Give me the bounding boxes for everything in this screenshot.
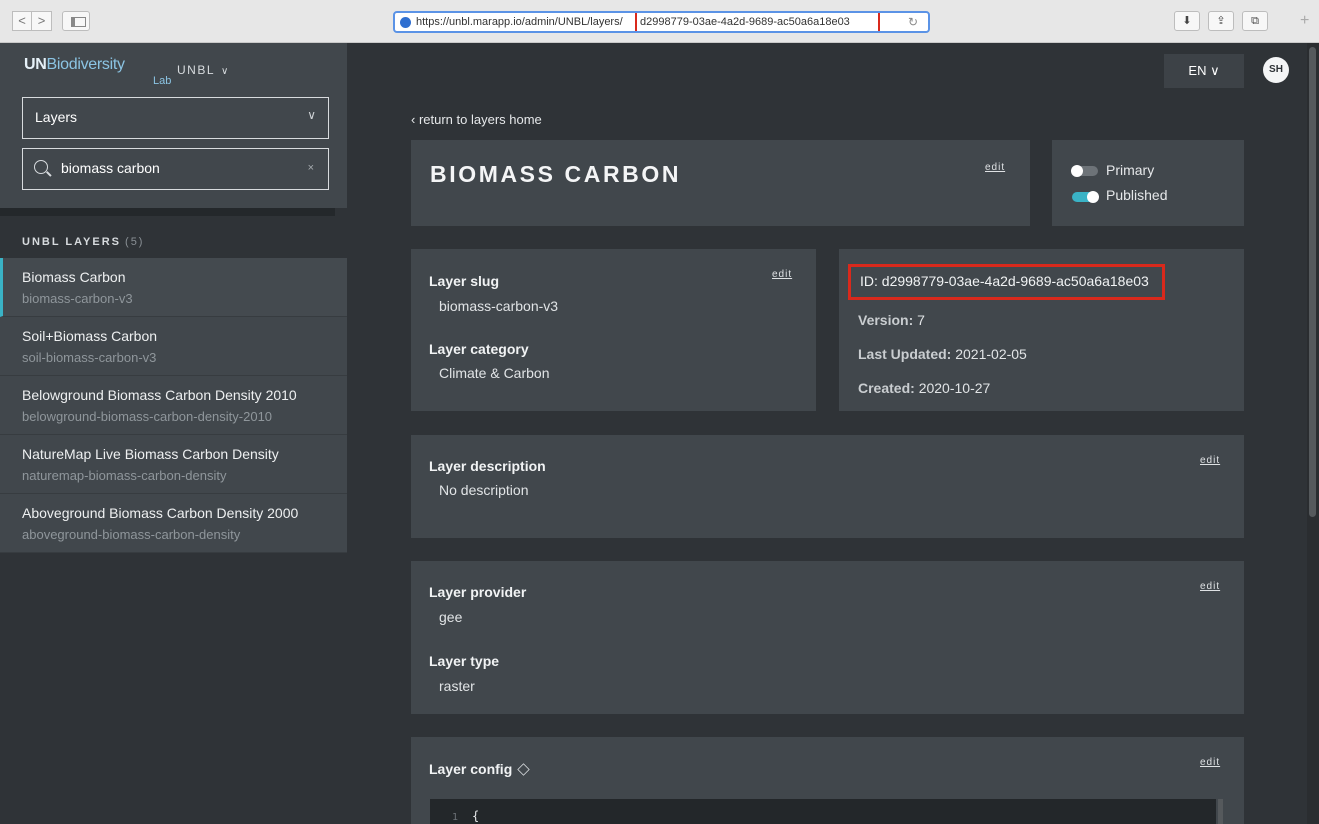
description-label: Layer description (429, 458, 546, 474)
tabs-overview-icon[interactable]: ⧉ (1242, 11, 1268, 31)
edit-title-button[interactable]: edit (985, 162, 1005, 173)
site-globe-icon (400, 16, 411, 28)
list-item[interactable]: NatureMap Live Biomass Carbon Density na… (0, 435, 347, 494)
provider-card: edit Layer provider gee Layer type raste… (411, 561, 1244, 714)
list-item-slug: belowground-biomass-carbon-density-2010 (22, 409, 273, 424)
layer-list: Biomass Carbon biomass-carbon-v3 Soil+Bi… (0, 258, 347, 553)
list-item-slug: aboveground-biomass-carbon-density (22, 527, 241, 542)
edit-description-button[interactable]: edit (1200, 455, 1220, 466)
org-name: UNBL (177, 63, 216, 77)
published-toggle[interactable] (1072, 191, 1099, 203)
list-item-title: NatureMap Live Biomass Carbon Density (22, 446, 279, 462)
list-item[interactable]: Belowground Biomass Carbon Density 2010 … (0, 376, 347, 435)
logo-lab: Lab (153, 75, 172, 87)
code-line: { (472, 809, 480, 823)
list-item-slug: biomass-carbon-v3 (22, 291, 133, 306)
nav-buttons: < > (12, 11, 52, 31)
org-selector[interactable]: UNBL ∨ (177, 63, 230, 77)
logo-text: UNBiodiversity (24, 56, 125, 73)
layers-icon (517, 763, 530, 776)
category-label: Layer category (429, 341, 529, 357)
reload-icon[interactable]: ↻ (908, 15, 918, 29)
slug-value: biomass-carbon-v3 (439, 298, 559, 314)
primary-toggle[interactable] (1071, 165, 1098, 177)
slug-card: edit Layer slug biomass-carbon-v3 Layer … (411, 249, 816, 411)
unbl-logo[interactable]: UNBiodiversity Lab (24, 56, 171, 90)
list-item-title: Aboveground Biomass Carbon Density 2000 (22, 505, 299, 521)
sidebar-scrollbar[interactable] (0, 208, 335, 216)
scrollbar-thumb[interactable] (1309, 47, 1316, 517)
type-select[interactable]: Layers ∨ (22, 97, 329, 139)
config-label: Layer config (429, 761, 530, 777)
share-icon[interactable]: ⇪ (1208, 11, 1234, 31)
edit-provider-button[interactable]: edit (1200, 581, 1220, 592)
category-value: Climate & Carbon (439, 365, 550, 381)
browser-actions: ⬇ ⇪ ⧉ (1174, 11, 1268, 31)
edit-slug-button[interactable]: edit (772, 269, 792, 280)
editor-scrollbar[interactable] (1218, 799, 1223, 824)
search-icon (34, 160, 48, 174)
primary-label: Primary (1106, 162, 1155, 178)
provider-label: Layer provider (429, 584, 527, 600)
sidebar: UNBiodiversity Lab UNBL ∨ Layers ∨ biomas… (0, 43, 347, 824)
return-to-layers-link[interactable]: ‹ return to layers home (411, 112, 542, 127)
type-value: raster (439, 678, 475, 694)
back-button[interactable]: < (12, 11, 32, 31)
type-label: Layer type (429, 653, 500, 669)
description-value: No description (439, 482, 529, 498)
chevron-down-icon: ∨ (307, 108, 316, 122)
list-item-slug: soil-biomass-carbon-v3 (22, 350, 157, 365)
search-value: biomass carbon (61, 160, 160, 176)
provider-value: gee (439, 609, 463, 625)
list-item[interactable]: Aboveground Biomass Carbon Density 2000 … (0, 494, 347, 553)
sidebar-header: UNBiodiversity Lab UNBL ∨ Layers ∨ biomas… (0, 43, 347, 208)
main-content: EN ∨ SH ‹ return to layers home BIOMASS … (347, 43, 1307, 824)
description-card: edit Layer description No description (411, 435, 1244, 538)
config-editor[interactable]: 1{ (430, 799, 1216, 824)
sidebar-toggle-icon[interactable] (62, 11, 90, 31)
browser-toolbar: < > https://unbl.marapp.io/admin/UNBL/la… (0, 0, 1319, 43)
line-number: 1 (452, 812, 459, 823)
layer-id-highlight: ID: d2998779-03ae-4a2d-9689-ac50a6a18e03 (848, 264, 1165, 300)
language-selector[interactable]: EN ∨ (1164, 54, 1244, 88)
list-item-title: Biomass Carbon (22, 269, 126, 285)
avatar[interactable]: SH (1263, 57, 1289, 83)
list-item[interactable]: Soil+Biomass Carbon soil-biomass-carbon-… (0, 317, 347, 376)
slug-label: Layer slug (429, 273, 500, 289)
list-count: (5) (125, 236, 145, 248)
created-line: Created: 2020-10-27 (858, 380, 991, 396)
page-scrollbar[interactable] (1307, 43, 1319, 824)
list-item-slug: naturemap-biomass-carbon-density (22, 468, 227, 483)
last-updated-line: Last Updated: 2021-02-05 (858, 346, 1027, 362)
version-line: Version: 7 (858, 312, 925, 328)
page-title: BIOMASS CARBON (430, 161, 682, 187)
edit-config-button[interactable]: edit (1200, 757, 1220, 768)
config-card: edit Layer config 1{ (411, 737, 1244, 824)
type-select-value: Layers (35, 109, 78, 125)
meta-card: ID: d2998779-03ae-4a2d-9689-ac50a6a18e03… (839, 249, 1244, 411)
new-tab-icon[interactable]: + (1300, 12, 1309, 30)
search-input[interactable]: biomass carbon × (22, 148, 329, 190)
address-bar[interactable]: https://unbl.marapp.io/admin/UNBL/layers… (393, 11, 930, 33)
forward-button[interactable]: > (32, 11, 52, 31)
list-item[interactable]: Biomass Carbon biomass-carbon-v3 (0, 258, 347, 317)
list-item-title: Soil+Biomass Carbon (22, 328, 158, 344)
title-card: BIOMASS CARBON edit (411, 140, 1030, 226)
download-icon[interactable]: ⬇ (1174, 11, 1200, 31)
list-heading: UNBL LAYERS (5) (22, 236, 145, 248)
url-prefix: https://unbl.marapp.io/admin/UNBL/layers… (416, 16, 623, 28)
status-card: Primary Published (1052, 140, 1244, 226)
published-label: Published (1106, 187, 1168, 203)
list-item-title: Belowground Biomass Carbon Density 2010 (22, 387, 297, 403)
chevron-down-icon: ∨ (221, 66, 230, 77)
clear-search-icon[interactable]: × (308, 162, 314, 174)
url-layer-id-highlight: d2998779-03ae-4a2d-9689-ac50a6a18e03 (635, 13, 880, 31)
